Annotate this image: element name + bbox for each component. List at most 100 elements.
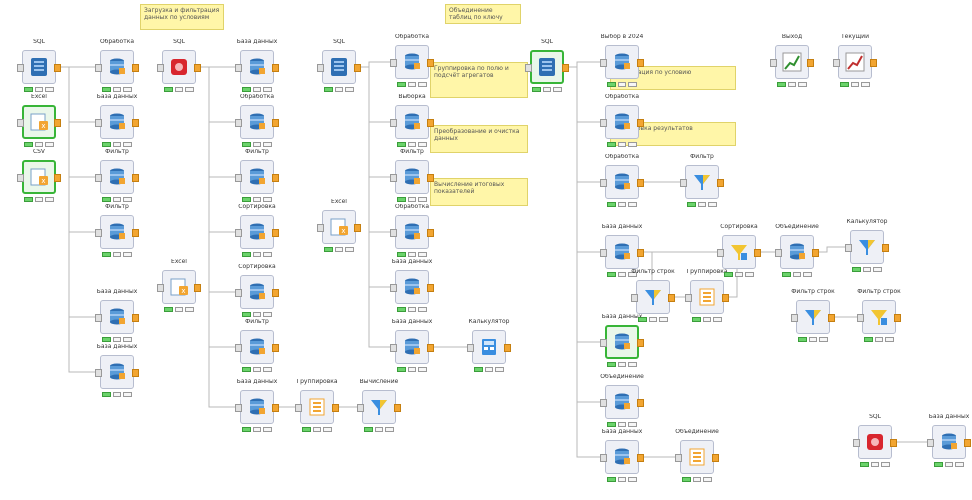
wire[interactable]	[201, 66, 235, 408]
output-port[interactable]	[132, 369, 139, 377]
output-port[interactable]	[964, 439, 971, 447]
output-port[interactable]	[882, 244, 889, 252]
output-port[interactable]	[637, 179, 644, 187]
output-port[interactable]	[870, 59, 877, 67]
node-a1[interactable]: Обработка	[95, 39, 139, 92]
input-port[interactable]	[600, 249, 607, 257]
output-port[interactable]	[132, 174, 139, 182]
node-csv1[interactable]: CSV x	[17, 149, 61, 202]
node-d2[interactable]: Обработка	[600, 94, 644, 147]
input-port[interactable]	[95, 64, 102, 72]
node-b4[interactable]: Сортировка	[235, 204, 279, 257]
wire[interactable]	[61, 66, 95, 373]
input-port[interactable]	[600, 454, 607, 462]
node-e9[interactable]: Объединение	[675, 429, 719, 482]
output-port[interactable]	[54, 174, 61, 182]
wire[interactable]	[569, 66, 600, 403]
node-excel1[interactable]: Excel x	[17, 94, 61, 147]
input-port[interactable]	[775, 249, 782, 257]
input-port[interactable]	[631, 294, 638, 302]
wire[interactable]	[361, 66, 390, 288]
output-port[interactable]	[427, 344, 434, 352]
output-port[interactable]	[712, 454, 719, 462]
output-port[interactable]	[272, 174, 279, 182]
output-port[interactable]	[828, 314, 835, 322]
output-port[interactable]	[194, 64, 201, 72]
workflow-canvas[interactable]: Загрузка и фильтрация данных по условиям…	[0, 0, 972, 500]
node-c1[interactable]: Обработка	[390, 34, 434, 87]
input-port[interactable]	[157, 64, 164, 72]
input-port[interactable]	[390, 119, 397, 127]
output-port[interactable]	[272, 64, 279, 72]
node-e1[interactable]: Фильтр	[680, 154, 724, 207]
input-port[interactable]	[600, 399, 607, 407]
input-port[interactable]	[833, 59, 840, 67]
input-port[interactable]	[390, 284, 397, 292]
node-c3[interactable]: Фильтр	[390, 149, 434, 202]
node-group1[interactable]: Группировка	[295, 379, 339, 432]
input-port[interactable]	[295, 404, 302, 412]
input-port[interactable]	[853, 439, 860, 447]
output-port[interactable]	[722, 294, 729, 302]
output-port[interactable]	[427, 229, 434, 237]
node-red2[interactable]: SQL	[853, 414, 897, 467]
input-port[interactable]	[685, 294, 692, 302]
input-port[interactable]	[467, 344, 474, 352]
output-port[interactable]	[562, 64, 569, 72]
annotation-note[interactable]: Преобразование и очистка данных	[430, 125, 528, 153]
node-e3[interactable]: Группировка	[685, 269, 729, 322]
wire[interactable]	[201, 66, 235, 178]
annotation-note[interactable]: Группировка по полю и подсчёт агрегатов	[430, 62, 528, 98]
wire[interactable]	[819, 246, 845, 253]
node-b2[interactable]: Обработка	[235, 94, 279, 147]
input-port[interactable]	[235, 289, 242, 297]
node-g1[interactable]: База данных	[927, 414, 971, 467]
input-port[interactable]	[317, 64, 324, 72]
input-port[interactable]	[95, 369, 102, 377]
input-port[interactable]	[357, 404, 364, 412]
node-e8[interactable]: Фильтр строк	[857, 289, 901, 342]
wire[interactable]	[569, 66, 600, 183]
wire[interactable]	[569, 61, 600, 68]
output-port[interactable]	[54, 119, 61, 127]
input-port[interactable]	[927, 439, 934, 447]
output-port[interactable]	[894, 314, 901, 322]
input-port[interactable]	[791, 314, 798, 322]
node-a6[interactable]: База данных	[95, 344, 139, 397]
output-port[interactable]	[394, 404, 401, 412]
node-c5[interactable]: База данных	[390, 259, 434, 312]
node-e5[interactable]: Объединение	[775, 224, 819, 277]
output-port[interactable]	[272, 289, 279, 297]
output-port[interactable]	[54, 64, 61, 72]
output-port[interactable]	[637, 454, 644, 462]
node-calc2[interactable]: Калькулятор	[467, 319, 511, 372]
input-port[interactable]	[525, 64, 532, 72]
input-port[interactable]	[390, 229, 397, 237]
output-port[interactable]	[717, 179, 724, 187]
node-d3[interactable]: Обработка	[600, 154, 644, 207]
input-port[interactable]	[95, 174, 102, 182]
input-port[interactable]	[390, 344, 397, 352]
output-port[interactable]	[194, 284, 201, 292]
wire[interactable]	[569, 66, 600, 343]
output-port[interactable]	[427, 174, 434, 182]
output-port[interactable]	[272, 344, 279, 352]
node-d6[interactable]: Объединение	[600, 374, 644, 427]
input-port[interactable]	[680, 179, 687, 187]
input-port[interactable]	[857, 314, 864, 322]
node-b6[interactable]: Фильтр	[235, 319, 279, 372]
node-e7[interactable]: Фильтр строк	[791, 289, 835, 342]
output-port[interactable]	[132, 229, 139, 237]
output-port[interactable]	[132, 314, 139, 322]
node-e6[interactable]: Калькулятор	[845, 219, 889, 272]
output-port[interactable]	[890, 439, 897, 447]
input-port[interactable]	[235, 229, 242, 237]
input-port[interactable]	[17, 174, 24, 182]
output-port[interactable]	[637, 59, 644, 67]
output-port[interactable]	[272, 119, 279, 127]
output-port[interactable]	[754, 249, 761, 257]
wire[interactable]	[361, 66, 390, 178]
node-d7[interactable]: База данных	[600, 429, 644, 482]
node-calc1[interactable]: Вычисление	[357, 379, 401, 432]
output-port[interactable]	[637, 249, 644, 257]
